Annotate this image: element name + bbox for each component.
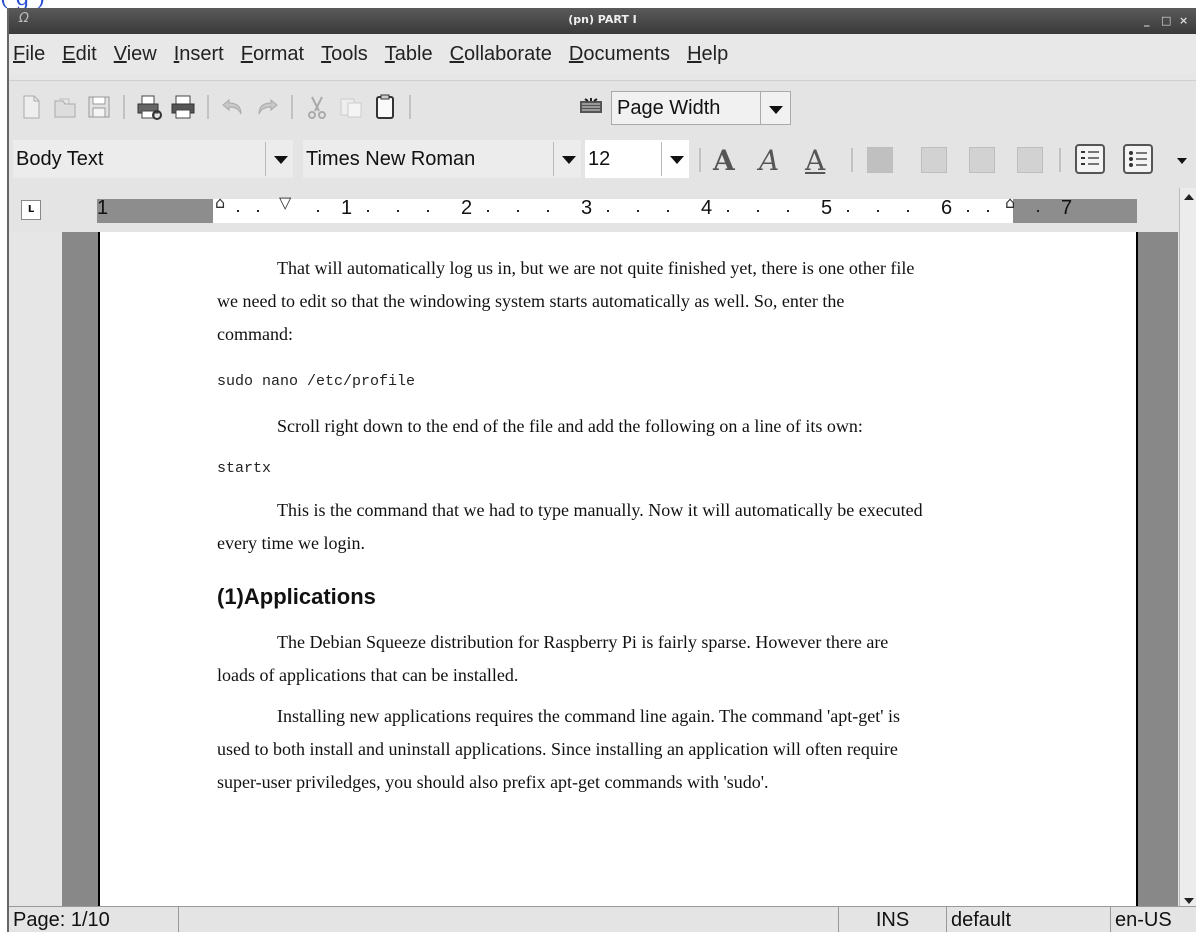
chevron-down-icon — [274, 156, 288, 164]
zoom-value: Page Width — [617, 97, 721, 119]
paragraph: Scroll right down to the end of the file… — [277, 416, 863, 436]
bold-button[interactable]: A — [713, 144, 735, 177]
paragraph: This is the command that we had to type … — [217, 500, 923, 553]
horizontal-ruler[interactable]: 1 1 2 3 4 5 6 7 ⌂ ▽ ⌂ — [97, 193, 1137, 223]
paragraph-style-select[interactable]: Body Text — [13, 140, 293, 178]
align-left-button[interactable] — [867, 147, 893, 173]
left-margin-area — [97, 199, 213, 223]
menu-view[interactable]: View — [114, 43, 157, 66]
minimize-icon[interactable]: _ — [1144, 14, 1150, 27]
vertical-scrollbar[interactable] — [1179, 188, 1196, 910]
font-size-select[interactable]: 12 — [585, 140, 689, 178]
font-size-dropdown[interactable] — [661, 142, 689, 176]
right-margin-area — [1013, 199, 1137, 223]
language[interactable]: en-US — [1111, 907, 1196, 932]
align-justify-button[interactable] — [1017, 147, 1043, 173]
paragraph: The Debian Squeeze distribution for Rasp… — [217, 632, 889, 685]
toolbar-separator — [123, 95, 125, 119]
chevron-down-icon — [769, 106, 783, 114]
toolbar-separator — [1059, 148, 1061, 172]
font-family-value: Times New Roman — [306, 148, 476, 170]
menu-insert[interactable]: Insert — [174, 43, 224, 66]
undo-icon[interactable] — [219, 93, 247, 121]
chevron-down-icon — [562, 156, 576, 164]
paragraph: Installing new applications requires the… — [217, 706, 900, 792]
close-icon[interactable]: × — [1179, 14, 1188, 27]
document-page[interactable]: That will automatically log us in, but w… — [98, 232, 1138, 909]
status-empty — [179, 907, 839, 932]
font-size-value: 12 — [588, 148, 611, 170]
page-style[interactable]: default — [947, 907, 1111, 932]
align-right-button[interactable] — [969, 147, 995, 173]
toolbar-separator — [851, 148, 853, 172]
ruler-number: 2 — [461, 197, 473, 219]
save-icon[interactable] — [85, 93, 113, 121]
zoom-dropdown-button[interactable] — [760, 92, 790, 124]
copy-icon[interactable] — [337, 93, 365, 121]
paragraph-style-dropdown[interactable] — [265, 142, 293, 176]
menu-help[interactable]: Help — [687, 43, 728, 66]
writer-window: Ω (pn) PART I _ □ × File Edit View Inser… — [7, 8, 1196, 932]
redo-icon[interactable] — [253, 93, 281, 121]
more-options-icon[interactable] — [1177, 158, 1187, 164]
toolbar-separator — [207, 95, 209, 119]
document-canvas: That will automatically log us in, but w… — [62, 232, 1178, 909]
menu-table[interactable]: Table — [385, 43, 433, 66]
toolbar-separator — [409, 95, 411, 119]
window-title: (pn) PART I — [568, 13, 637, 26]
zoom-select[interactable]: Page Width — [611, 91, 791, 125]
page-indicator[interactable]: Page: 1/10 — [9, 907, 179, 932]
menu-edit[interactable]: Edit — [62, 43, 96, 66]
toolbar-separator — [291, 95, 293, 119]
menu-file[interactable]: File — [13, 43, 45, 66]
menu-bar: File Edit View Insert Format Tools Table… — [9, 34, 1196, 74]
ruler-number: 7 — [1061, 197, 1073, 219]
new-document-icon[interactable] — [17, 93, 45, 121]
paste-icon[interactable] — [371, 93, 399, 121]
toolbar-separator — [699, 148, 701, 172]
maximize-icon[interactable]: □ — [1161, 14, 1171, 27]
ruler-number: 4 — [701, 197, 713, 219]
formatting-toolbar: Body Text Times New Roman 12 A A A — [9, 132, 1196, 188]
left-indent-marker[interactable]: ⌂ — [215, 193, 225, 212]
bullet-list-icon[interactable] — [1123, 144, 1153, 174]
ruler-number: 3 — [581, 197, 593, 219]
menu-tools[interactable]: Tools — [321, 43, 368, 66]
chevron-down-icon — [670, 156, 684, 164]
ruler-bar: L 1 1 2 3 4 5 6 7 ⌂ ▽ ⌂ — [9, 188, 1196, 232]
print-preview-icon[interactable] — [135, 93, 163, 121]
tab-stop-button[interactable]: L — [21, 200, 41, 220]
first-line-indent-marker[interactable]: ▽ — [279, 193, 291, 212]
right-indent-marker[interactable]: ⌂ — [1005, 193, 1015, 212]
numbered-list-icon[interactable] — [1075, 144, 1105, 174]
align-center-button[interactable] — [921, 147, 947, 173]
ruler-number: 1 — [341, 197, 353, 219]
title-bar[interactable]: Ω (pn) PART I _ □ × — [9, 8, 1196, 34]
ruler-number: 1 — [97, 197, 109, 219]
font-family-dropdown[interactable] — [553, 142, 581, 176]
code-line: startx — [217, 460, 272, 477]
cut-icon[interactable] — [303, 93, 331, 121]
menu-collaborate[interactable]: Collaborate — [450, 43, 552, 66]
zoom-icon[interactable] — [577, 93, 605, 121]
menu-format[interactable]: Format — [241, 43, 304, 66]
underline-button[interactable]: A — [805, 144, 825, 177]
font-family-select[interactable]: Times New Roman — [303, 140, 581, 178]
ruler-number: 6 — [941, 197, 953, 219]
ruler-number: 5 — [821, 197, 833, 219]
scroll-down-icon[interactable] — [1184, 898, 1194, 904]
standard-toolbar: Page Width — [9, 80, 1196, 132]
print-icon[interactable] — [169, 93, 197, 121]
open-icon[interactable] — [51, 93, 79, 121]
menu-documents[interactable]: Documents — [569, 43, 670, 66]
scroll-up-icon[interactable] — [1184, 194, 1194, 200]
paragraph: That will automatically log us in, but w… — [217, 258, 915, 344]
code-line: sudo nano /etc/profile — [217, 373, 416, 390]
insert-mode[interactable]: INS — [839, 907, 947, 932]
italic-button[interactable]: A — [759, 144, 779, 177]
status-bar: Page: 1/10 INS default en-US — [9, 906, 1196, 932]
paragraph-style-value: Body Text — [16, 148, 104, 170]
section-heading: (1)Applications — [217, 584, 376, 609]
